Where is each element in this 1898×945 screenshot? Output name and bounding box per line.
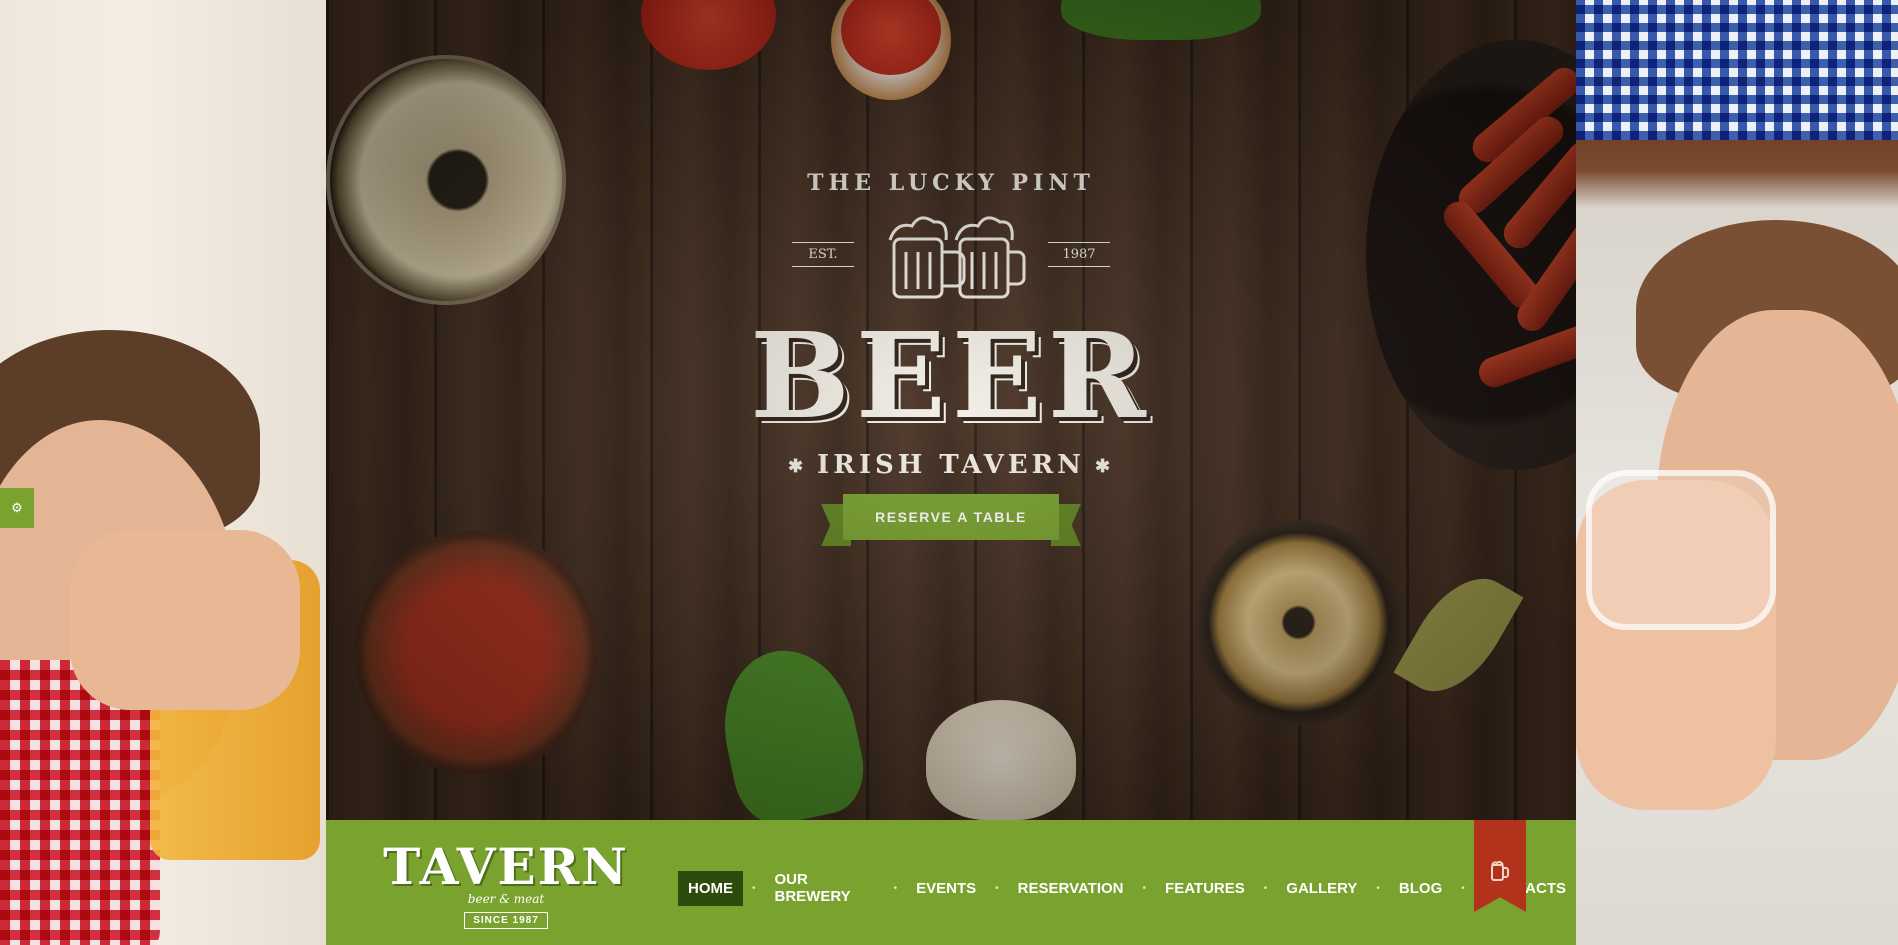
- brand-since: SINCE 1987: [464, 912, 548, 929]
- brand-name: TAVERN: [383, 837, 629, 896]
- nav-separator: •: [893, 882, 898, 894]
- nav-item-our-brewery[interactable]: OUR BREWERY: [765, 862, 885, 914]
- main-menu: HOME • OUR BREWERY • EVENTS • RESERVATIO…: [678, 862, 1576, 914]
- chili-bowl-image: [354, 530, 599, 775]
- settings-icon: ⚙: [11, 500, 23, 515]
- nav-item-gallery[interactable]: GALLERY: [1276, 871, 1367, 906]
- left-person-hand: [70, 530, 300, 710]
- beer-can-image: [1196, 520, 1401, 725]
- hero-tagline: THE LUCKY PINT: [807, 170, 1095, 196]
- nav-item-features[interactable]: FEATURES: [1155, 871, 1255, 906]
- hero-subtitle: IRISH TAVERN: [817, 450, 1085, 480]
- nav-separator: •: [1263, 882, 1268, 894]
- nav-item-blog[interactable]: BLOG: [1389, 871, 1452, 906]
- nav-separator: •: [1461, 882, 1465, 894]
- side-settings-tab[interactable]: ⚙: [0, 488, 34, 528]
- reserve-ribbon: RESERVE A TABLE: [821, 494, 1081, 546]
- hero-section: THE LUCKY PINT EST. 1987 BEER ✱ IRISH TA…: [326, 0, 1576, 820]
- right-person-shirt: [1576, 0, 1898, 140]
- reserve-table-button[interactable]: RESERVE A TABLE: [843, 494, 1059, 540]
- est-year: 1987: [1048, 241, 1110, 267]
- star-icon: ✱: [787, 455, 808, 477]
- basil-leaves-image: [1061, 0, 1261, 40]
- left-background-photo: [0, 0, 326, 945]
- main-navbar: TAVERN beer & meat SINCE 1987 HOME • OUR…: [326, 820, 1576, 945]
- right-background-photo: [1576, 0, 1898, 945]
- nav-separator: •: [752, 882, 756, 894]
- basil-sprig-image: [709, 638, 873, 820]
- beer-mugs-icon: [888, 216, 1026, 299]
- nav-item-home[interactable]: HOME: [678, 870, 743, 906]
- nav-separator: •: [995, 882, 999, 894]
- star-icon: ✱: [1094, 455, 1115, 477]
- brand-logo[interactable]: TAVERN beer & meat SINCE 1987: [376, 840, 636, 929]
- beer-mug-icon: [1491, 860, 1509, 881]
- bay-leaf-image: [1393, 559, 1524, 711]
- est-label: EST.: [792, 241, 854, 267]
- tomato-image: [641, 0, 776, 70]
- hero-subtitle-row: ✱ IRISH TAVERN ✱: [326, 450, 1576, 480]
- nav-item-events[interactable]: EVENTS: [906, 871, 986, 906]
- hero-logo: THE LUCKY PINT EST. 1987 BEER ✱ IRISH TA…: [326, 170, 1576, 546]
- nav-item-reservation[interactable]: RESERVATION: [1008, 871, 1134, 906]
- hero-title: BEER: [750, 306, 1152, 445]
- nav-separator: •: [1142, 882, 1147, 894]
- right-beer-glass: [1586, 470, 1776, 630]
- garlic-image: [926, 700, 1076, 820]
- est-row: EST. 1987: [326, 204, 1576, 304]
- nav-separator: •: [1376, 882, 1380, 894]
